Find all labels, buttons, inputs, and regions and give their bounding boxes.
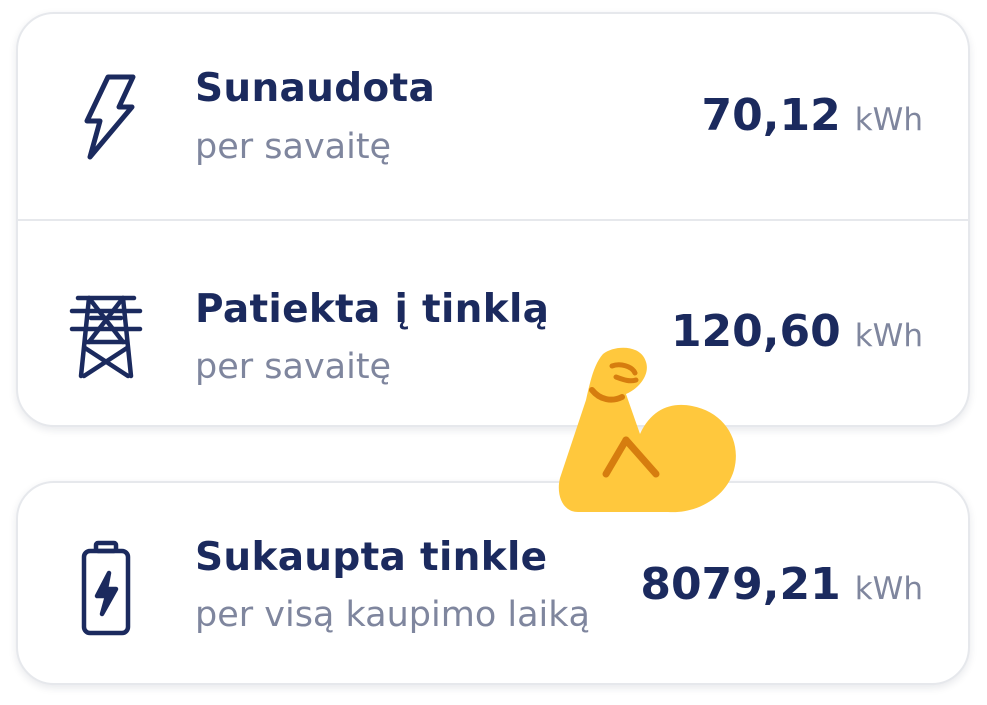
consumed-title: Sunaudota	[195, 66, 436, 111]
supplied-title: Patiekta į tinklą	[195, 287, 550, 332]
stored-title: Sukaupta tinkle	[195, 535, 548, 580]
stored-period: per visą kaupimo laiką	[195, 595, 590, 635]
stored-value-group: 8079,21 kWh	[640, 559, 923, 610]
lightning-bolt-icon	[66, 69, 146, 169]
stored-unit: kWh	[854, 571, 923, 607]
stored-stats-card: Sukaupta tinkle per visą kaupimo laiką 8…	[16, 481, 970, 685]
supplied-period: per savaitę	[195, 347, 392, 387]
supplied-unit: kWh	[854, 318, 923, 354]
consumed-unit: kWh	[854, 102, 923, 138]
flexed-biceps-emoji	[556, 342, 738, 514]
stored-value: 8079,21	[640, 559, 841, 610]
energy-stats-screen: Sunaudota per savaitę 70,12 kWh Patiekta…	[0, 0, 987, 705]
supplied-row: Patiekta į tinklą per savaitę 120,60 kWh	[18, 222, 968, 425]
battery-charging-icon	[66, 539, 146, 639]
consumed-value: 70,12	[701, 90, 841, 141]
stored-row: Sukaupta tinkle per visą kaupimo laiką 8…	[18, 483, 968, 683]
consumed-period: per savaitę	[195, 127, 392, 167]
weekly-stats-card: Sunaudota per savaitę 70,12 kWh Patiekta…	[16, 12, 970, 427]
consumed-value-group: 70,12 kWh	[702, 90, 923, 141]
power-tower-icon	[66, 290, 146, 390]
row-divider	[18, 219, 968, 221]
consumed-row: Sunaudota per savaitę 70,12 kWh	[18, 14, 968, 220]
